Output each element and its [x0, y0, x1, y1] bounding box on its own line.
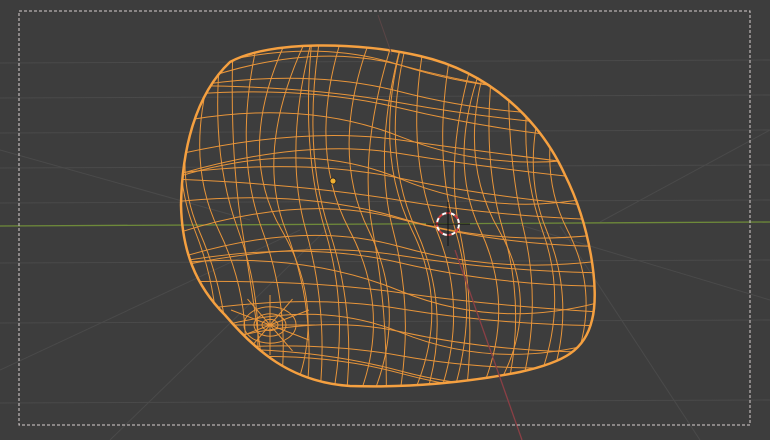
mesh-edge	[507, 45, 533, 387]
mesh-edge	[473, 45, 521, 387]
mesh-edge	[569, 45, 595, 387]
grid-line	[0, 94, 770, 99]
mesh-edge	[463, 45, 500, 387]
mesh-edge	[181, 208, 595, 248]
x-axis-line	[0, 221, 770, 227]
grid-line	[0, 149, 251, 221]
mesh-edge	[181, 45, 201, 387]
mesh-wireframe[interactable]	[166, 38, 610, 418]
mesh-edge	[348, 45, 390, 387]
grid-line	[0, 259, 770, 264]
mesh-edge	[394, 45, 438, 387]
3d-cursor-icon[interactable]	[426, 202, 470, 246]
camera-frame	[18, 10, 751, 426]
3d-viewport[interactable]	[0, 0, 770, 440]
mesh-edge	[181, 348, 595, 387]
grid-line	[0, 319, 770, 324]
mesh-edge	[181, 313, 595, 355]
grid-line	[0, 199, 770, 204]
mesh-edge	[181, 355, 595, 387]
mesh-edge	[181, 324, 595, 357]
object-origin-icon[interactable]	[329, 177, 337, 185]
mesh-edge	[181, 166, 595, 208]
viewport-canvas[interactable]	[0, 0, 770, 440]
mesh-edge	[181, 50, 595, 91]
mesh-edge	[488, 45, 517, 387]
mesh-edge	[367, 45, 394, 387]
floor-grid	[0, 59, 770, 440]
mesh-edge	[581, 45, 595, 387]
grid-line	[0, 399, 770, 404]
grid-line	[599, 129, 770, 223]
mesh-edge	[181, 280, 595, 314]
